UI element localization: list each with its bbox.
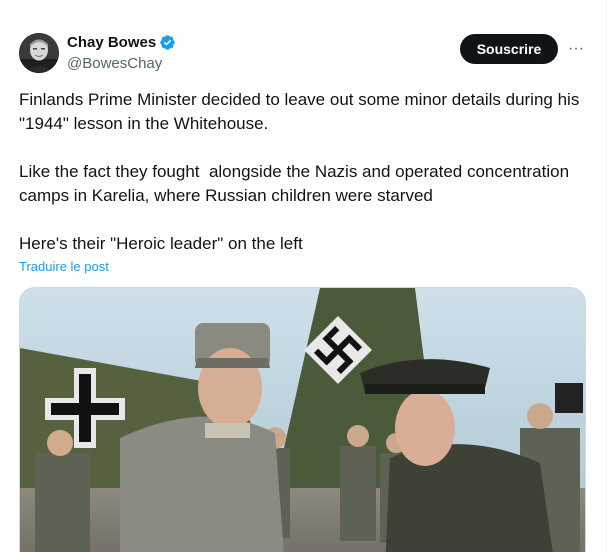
tweet-text: Finlands Prime Minister decided to leave… <box>19 88 589 256</box>
photo-icon <box>20 288 585 552</box>
profile-photo-icon <box>19 33 59 73</box>
author-name[interactable]: Chay Bowes <box>67 34 176 51</box>
tweet-paragraph-1: Finlands Prime Minister decided to leave… <box>19 90 585 133</box>
more-dots-icon[interactable]: ··· <box>565 38 587 60</box>
translate-post-link[interactable]: Traduire le post <box>19 259 109 274</box>
tweet-paragraph-3: Here's their "Heroic leader" on the left <box>19 234 303 253</box>
avatar[interactable] <box>19 33 59 73</box>
author-name-text: Chay Bowes <box>67 34 157 51</box>
tweet-page: Chay Bowes @BowesChay Souscrire ··· Finl… <box>0 0 607 552</box>
verified-badge-icon[interactable] <box>159 34 176 51</box>
tweet-paragraph-2: Like the fact they fought alongside the … <box>19 162 574 205</box>
tweet-photo[interactable] <box>19 287 586 552</box>
previous-content-edge <box>0 0 607 6</box>
subscribe-button[interactable]: Souscrire <box>460 34 558 64</box>
author-handle[interactable]: @BowesChay <box>67 55 162 72</box>
